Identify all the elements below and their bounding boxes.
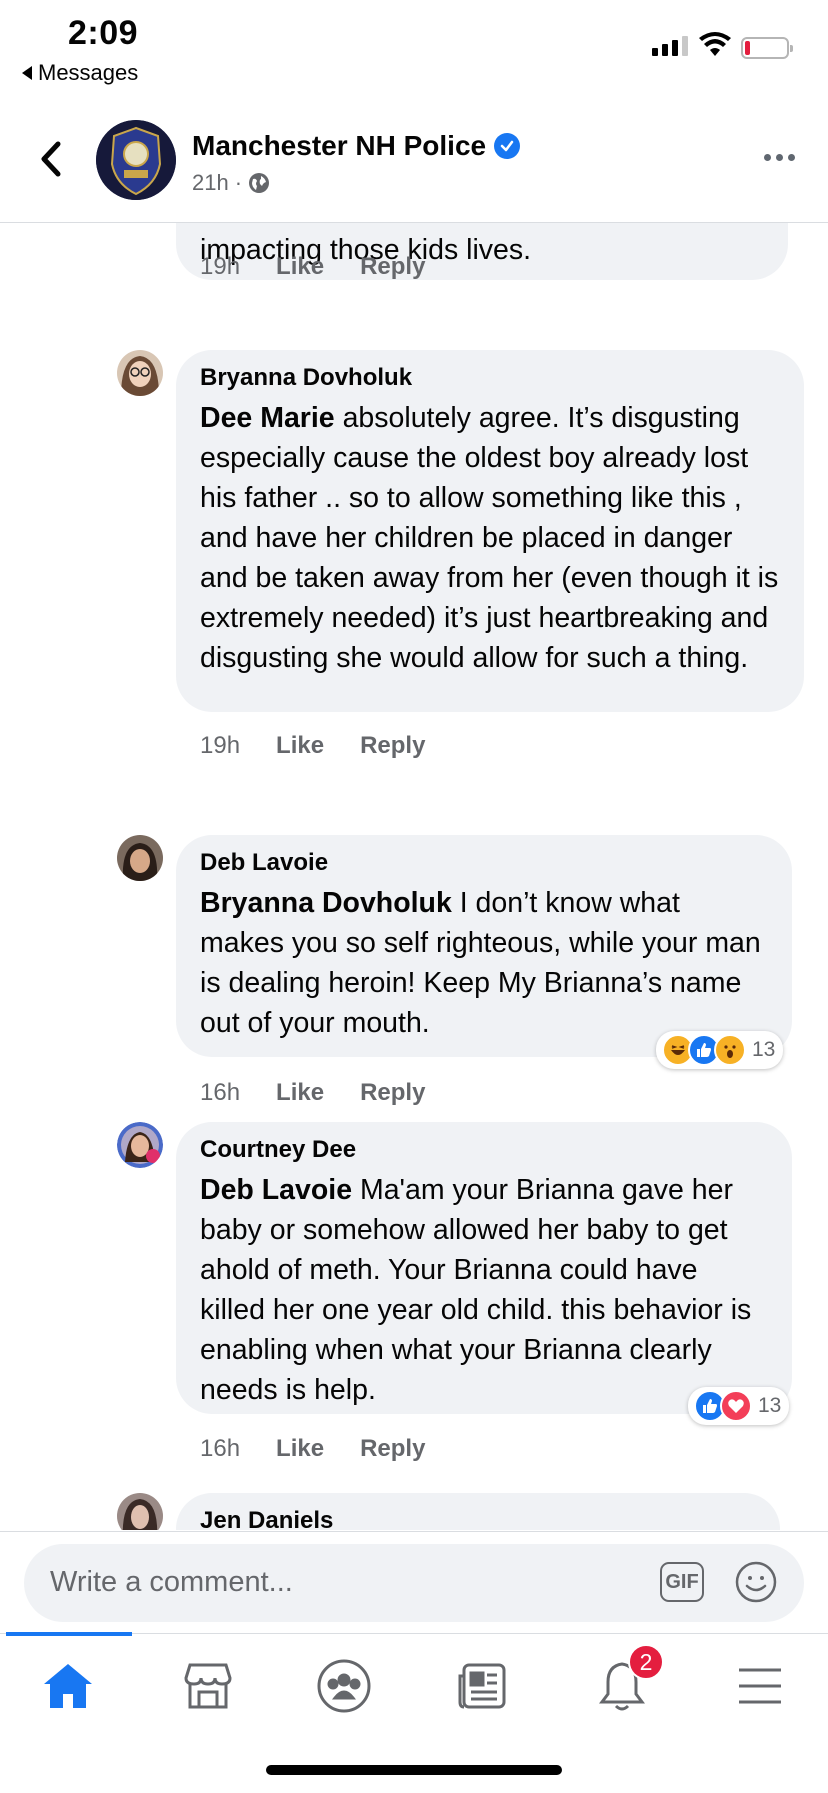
comment-body: absolutely agree. It’s disgusting especi… bbox=[200, 402, 779, 674]
comment-mention[interactable]: Bryanna Dovholuk bbox=[200, 887, 452, 919]
reply-button[interactable]: Reply bbox=[360, 1435, 425, 1463]
reactions-summary[interactable]: 13 bbox=[688, 1387, 790, 1425]
reply-button[interactable]: Reply bbox=[360, 732, 425, 760]
comment-author[interactable]: Courtney Dee bbox=[200, 1136, 768, 1164]
gif-button[interactable]: GIF bbox=[660, 1562, 704, 1602]
back-triangle-icon bbox=[22, 66, 32, 80]
comment-text: Deb Lavoie Ma'am your Brianna gave her b… bbox=[200, 1170, 768, 1410]
love-icon bbox=[720, 1390, 752, 1422]
avatar[interactable] bbox=[117, 1493, 163, 1530]
home-icon[interactable] bbox=[38, 1656, 98, 1716]
reaction-count: 13 bbox=[752, 1038, 776, 1061]
wifi-icon bbox=[699, 32, 731, 56]
reactions-summary[interactable]: 13 bbox=[656, 1031, 784, 1069]
reply-button[interactable]: Reply bbox=[360, 253, 425, 281]
globe-icon bbox=[249, 173, 270, 193]
comment-bubble: Bryanna Dovholuk Dee Marie absolutely ag… bbox=[176, 350, 804, 712]
status-bar: 2:09 Messages bbox=[0, 0, 828, 110]
comment-timestamp[interactable]: 19h bbox=[200, 253, 240, 281]
comment-actions: 16h Like Reply bbox=[200, 1079, 425, 1107]
like-button[interactable]: Like bbox=[276, 1435, 324, 1463]
comment-composer: Write a comment... GIF bbox=[0, 1531, 828, 1633]
avatar[interactable] bbox=[117, 1122, 163, 1168]
wow-icon bbox=[714, 1034, 746, 1066]
groups-icon[interactable] bbox=[314, 1656, 374, 1716]
cellular-signal-icon bbox=[652, 36, 688, 56]
comment-bubble: Jen Daniels bbox=[176, 1493, 780, 1530]
comment-bubble: Deb Lavoie Bryanna Dovholuk I don’t know… bbox=[176, 835, 792, 1057]
chevron-left-icon[interactable] bbox=[36, 140, 64, 178]
home-indicator[interactable] bbox=[266, 1765, 562, 1775]
comment-author[interactable]: Deb Lavoie bbox=[200, 849, 768, 877]
back-app-label: Messages bbox=[38, 60, 139, 85]
comment-placeholder: Write a comment... bbox=[50, 1566, 293, 1598]
page-name[interactable]: Manchester NH Police bbox=[192, 130, 521, 162]
avatar[interactable] bbox=[117, 350, 163, 396]
comment-timestamp[interactable]: 16h bbox=[200, 1435, 240, 1463]
battery-low-icon bbox=[741, 37, 793, 59]
post-time[interactable]: 21h bbox=[192, 170, 229, 196]
comment-input[interactable]: Write a comment... GIF bbox=[24, 1544, 804, 1622]
post-meta: 21h · bbox=[192, 170, 270, 196]
comment-text: Dee Marie absolutely agree. It’s disgust… bbox=[200, 398, 780, 678]
page-avatar-police-badge[interactable] bbox=[96, 120, 176, 200]
comment-timestamp[interactable]: 19h bbox=[200, 732, 240, 760]
smiley-icon[interactable] bbox=[734, 1560, 778, 1604]
status-time: 2:09 bbox=[68, 14, 139, 52]
back-to-messages-link[interactable]: Messages bbox=[22, 60, 138, 86]
like-button[interactable]: Like bbox=[276, 732, 324, 760]
reply-button[interactable]: Reply bbox=[360, 1079, 425, 1107]
comment-author[interactable]: Jen Daniels bbox=[200, 1507, 756, 1530]
like-button[interactable]: Like bbox=[276, 253, 324, 281]
comment-timestamp[interactable]: 16h bbox=[200, 1079, 240, 1107]
avatar[interactable] bbox=[117, 835, 163, 881]
comment-text: Bryanna Dovholuk I don’t know what makes… bbox=[200, 883, 768, 1043]
menu-icon[interactable] bbox=[730, 1656, 790, 1716]
news-icon[interactable] bbox=[452, 1656, 512, 1716]
comment-bubble: Courtney Dee Deb Lavoie Ma'am your Brian… bbox=[176, 1122, 792, 1414]
meta-separator: · bbox=[234, 170, 243, 195]
post-header: Manchester NH Police 21h · bbox=[0, 110, 828, 223]
comment-body: Ma'am your Brianna gave her baby or some… bbox=[200, 1174, 752, 1406]
comment-mention[interactable]: Dee Marie bbox=[200, 402, 335, 434]
comment-actions: 19h Like Reply bbox=[200, 253, 425, 281]
notifications-badge: 2 bbox=[628, 1644, 664, 1680]
reaction-count: 13 bbox=[758, 1394, 782, 1417]
comment-mention[interactable]: Deb Lavoie bbox=[200, 1174, 352, 1206]
more-icon[interactable] bbox=[764, 154, 795, 161]
active-tab-indicator bbox=[6, 1632, 132, 1636]
marketplace-icon[interactable] bbox=[178, 1656, 238, 1716]
verified-badge-icon bbox=[494, 133, 521, 159]
comments-list[interactable]: impacting those kids lives. 19h Like Rep… bbox=[0, 223, 828, 1530]
comment-author[interactable]: Bryanna Dovholuk bbox=[200, 364, 780, 392]
like-button[interactable]: Like bbox=[276, 1079, 324, 1107]
page-name-text[interactable]: Manchester NH Police bbox=[192, 130, 486, 162]
comment-actions: 19h Like Reply bbox=[200, 732, 425, 760]
comment-actions: 16h Like Reply bbox=[200, 1435, 425, 1463]
